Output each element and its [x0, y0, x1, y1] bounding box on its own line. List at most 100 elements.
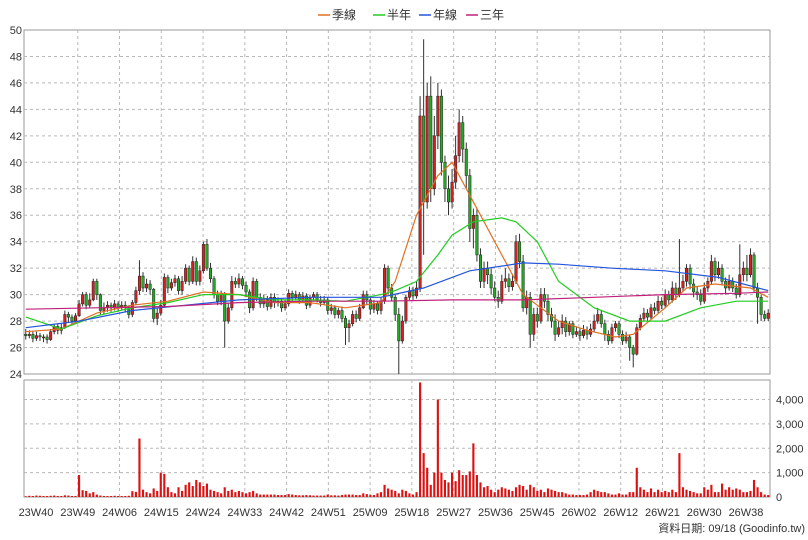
- volume-bar: [198, 482, 201, 497]
- volume-bar: [170, 492, 173, 497]
- volume-bar: [557, 492, 560, 497]
- candle-down: [599, 314, 603, 324]
- legend-label: 季線: [332, 7, 356, 22]
- volume-bar: [635, 467, 638, 497]
- volume-bar: [713, 492, 717, 497]
- candle-down: [752, 254, 756, 289]
- candle-down: [84, 294, 88, 306]
- volume-bar: [617, 493, 621, 497]
- price-tick-label: 50: [10, 25, 22, 37]
- candle-up: [457, 122, 461, 156]
- legend: 季線 半年 年線 三年: [318, 7, 504, 22]
- candle-down: [667, 294, 671, 301]
- axes: 24 26 28 30 32 34 36 38 40 42 44 46 48 50 0 1,000 2,000 3…: [10, 25, 804, 519]
- volume-bar: [497, 489, 500, 497]
- candle-up: [226, 307, 230, 322]
- candle-up: [656, 300, 660, 311]
- volume-bar: [255, 493, 258, 497]
- price-tick-label: 32: [10, 263, 22, 275]
- candle-down: [763, 314, 767, 319]
- candle-down: [340, 310, 344, 319]
- volume-bar: [244, 493, 248, 497]
- volume-bar: [561, 492, 564, 497]
- volume-bar: [742, 492, 745, 497]
- volume-bar: [138, 438, 141, 497]
- volume-bar: [63, 495, 66, 497]
- volume-bar: [706, 489, 709, 497]
- volume-bar: [447, 482, 450, 497]
- volume-bar: [419, 382, 422, 497]
- volume-bar: [756, 487, 759, 497]
- volume-bar: [436, 399, 439, 497]
- volume-bar: [479, 482, 482, 497]
- volume-bar: [117, 496, 120, 497]
- volume-bar: [28, 495, 31, 497]
- volume-bar: [131, 491, 134, 497]
- candle-up: [592, 320, 596, 330]
- price-tick-label: 24: [10, 369, 22, 381]
- candle-down: [521, 261, 525, 309]
- volume-bar: [646, 492, 649, 497]
- candle-down: [553, 320, 557, 335]
- x-tick-label: 26W02: [562, 507, 597, 519]
- candle-down: [343, 318, 347, 328]
- candle-down: [674, 287, 678, 295]
- volume-bar: [724, 489, 727, 497]
- candle-down: [386, 267, 390, 289]
- volume-bar: [351, 494, 354, 497]
- candle-down: [66, 314, 70, 318]
- volume-bar: [67, 495, 70, 497]
- volume-bar: [543, 492, 546, 497]
- chart-container: 季線 半年 年線 三年 24 26 28 30 32 34 36 38 40 42 44 46 48 50 0 1,…: [0, 0, 808, 540]
- candle-up: [198, 270, 202, 282]
- volume-bar: [486, 486, 489, 497]
- volume-bar: [372, 495, 375, 497]
- volume-bar: [323, 495, 326, 497]
- volume-bar: [181, 490, 184, 497]
- price-tick-label: 44: [10, 104, 22, 116]
- candle-down: [461, 122, 465, 150]
- x-tick-label: 24W06: [102, 507, 137, 519]
- volume-bar: [241, 492, 244, 497]
- volume-bar: [42, 496, 45, 497]
- candle-down: [486, 267, 490, 276]
- stock-weekly-chart: 季線 半年 年線 三年 24 26 28 30 32 34 36 38 40 42 44 46 48 50 0 1,…: [10, 7, 805, 535]
- volume-bar: [493, 492, 496, 497]
- volume-bar: [664, 490, 667, 497]
- volume-bar: [81, 490, 84, 497]
- candle-down: [628, 336, 632, 348]
- candle-up: [400, 320, 404, 342]
- volume-bar: [35, 495, 38, 497]
- volume-bar: [514, 487, 518, 497]
- volume-panel-frame: [23, 379, 771, 498]
- candle-up: [503, 278, 507, 282]
- candle-down: [393, 297, 397, 315]
- candle-up: [738, 274, 742, 295]
- volume-bar: [362, 493, 365, 497]
- volume-bar: [554, 490, 557, 497]
- volume-bar: [685, 489, 688, 497]
- x-tick-label: 25W27: [436, 507, 471, 519]
- candle-up: [351, 314, 355, 324]
- candle-up: [663, 294, 667, 306]
- volume-bar: [689, 490, 692, 497]
- volume-bar: [763, 494, 766, 497]
- volume-bar: [369, 494, 372, 497]
- volume-bar: [159, 472, 162, 497]
- candle-down: [528, 297, 532, 335]
- candle-down: [233, 281, 237, 285]
- candle-down: [660, 300, 664, 306]
- candle-up: [329, 307, 333, 311]
- volume-bar: [248, 492, 251, 497]
- volume-bar: [600, 492, 603, 497]
- volume-bar: [344, 494, 347, 497]
- candle-down: [333, 307, 337, 315]
- volume-bar: [237, 490, 240, 497]
- price-tick-label: 26: [10, 343, 22, 355]
- legend-label: 半年: [387, 8, 411, 22]
- volume-bar: [205, 483, 209, 497]
- volume-bar: [571, 494, 574, 497]
- volume-bar: [49, 495, 52, 497]
- volume-bar: [614, 494, 617, 497]
- candle-down: [38, 335, 42, 338]
